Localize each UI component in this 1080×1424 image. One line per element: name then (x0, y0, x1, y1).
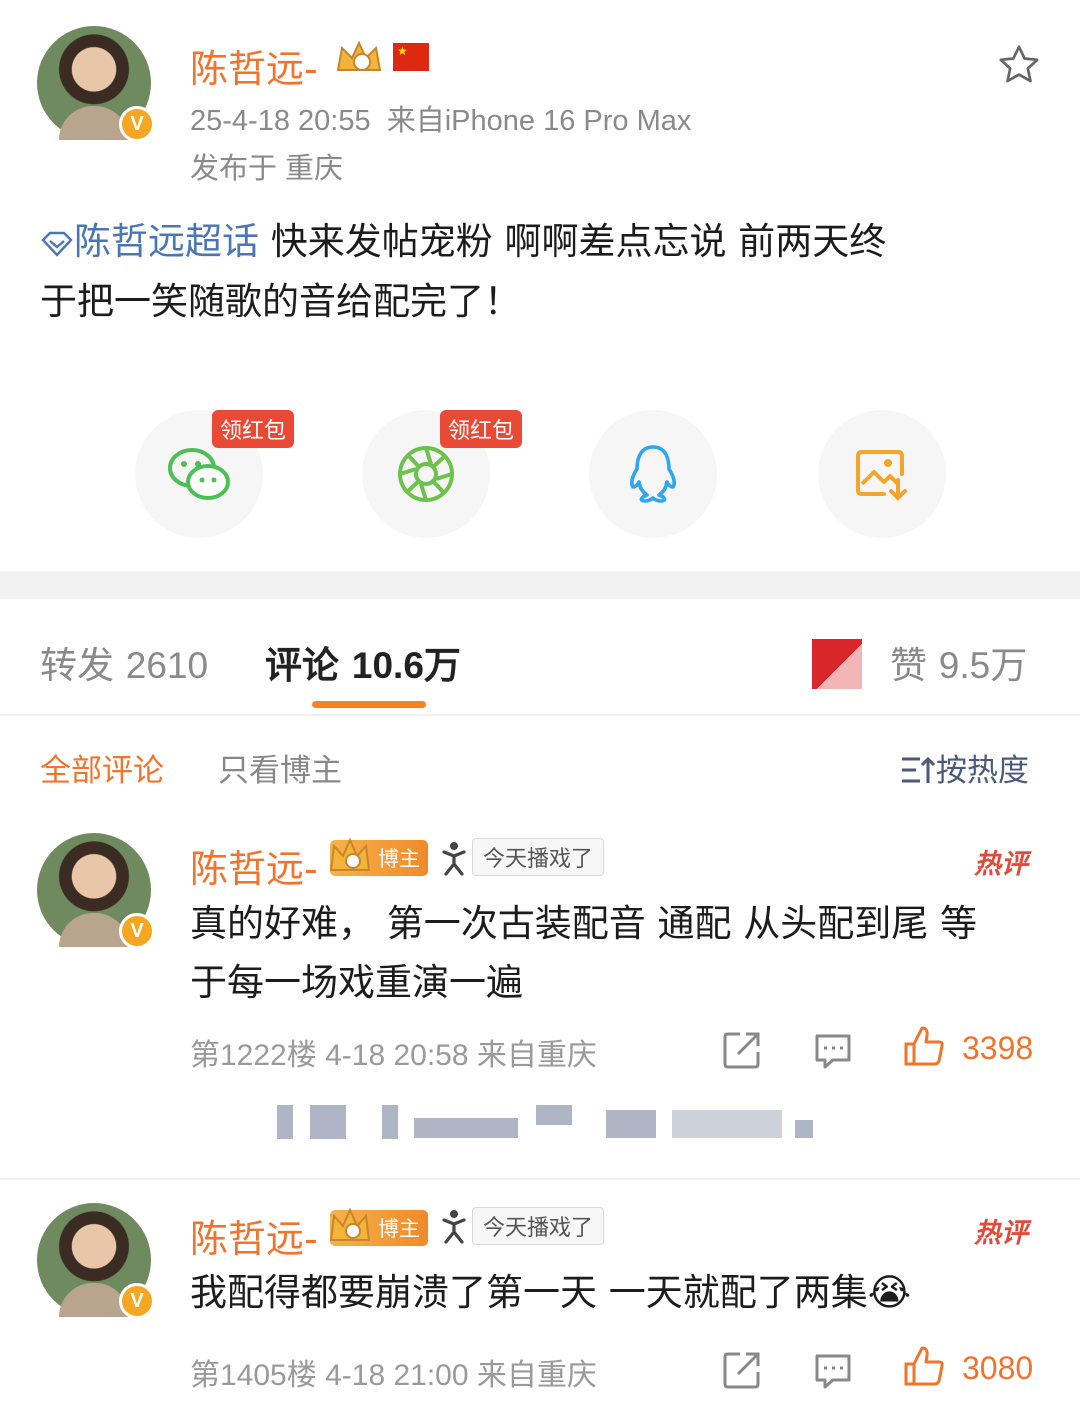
save-image-button[interactable] (818, 410, 946, 538)
post-text-line1: 快来发帖宠粉 啊啊差点忘说 前两天终 (270, 220, 887, 263)
favorite-star-icon[interactable] (996, 42, 1042, 88)
save-image-icon (856, 450, 907, 501)
comment-divider (0, 1178, 1080, 1180)
tabs-divider (0, 714, 1080, 716)
red-packet-tag: 领红包 (212, 410, 295, 448)
comment-avatar[interactable]: V (37, 833, 155, 949)
post-source: 来自iPhone 16 Pro Max (386, 105, 692, 137)
comment-username[interactable]: 陈哲远- (190, 838, 318, 893)
comment-avatar[interactable]: V (37, 1203, 155, 1319)
post-time: 25-4-18 20:55 (190, 105, 371, 137)
like-avatar-icon (812, 639, 862, 689)
comment-like-count: 3080 (962, 1350, 1034, 1386)
comment-meta: 第1222楼 4-18 20:58 来自重庆 (190, 1039, 597, 1072)
crown-badge-icon (329, 837, 371, 871)
post-meta-line: 25-4-18 20:55 来自iPhone 16 Pro Max (190, 97, 691, 139)
tab-comments[interactable]: 评论 10.6万 (265, 635, 461, 689)
comment-username[interactable]: 陈哲远- (190, 1208, 318, 1263)
sort-label: 按热度 (936, 753, 1029, 789)
filter-all-comments[interactable]: 全部评论 (40, 745, 164, 790)
post-username[interactable]: 陈哲远- (190, 38, 318, 93)
qq-icon (629, 445, 677, 503)
share-qq-button[interactable] (589, 410, 717, 538)
moments-icon (398, 446, 454, 502)
comment-like-count: 3398 (962, 1030, 1034, 1066)
active-tab-indicator (312, 701, 426, 708)
section-divider (0, 571, 1080, 599)
fan-tag[interactable]: 今天播戏了 (472, 1207, 605, 1245)
sort-button[interactable]: 按热度 (900, 745, 1029, 790)
author-badge: 博主 (329, 1207, 428, 1246)
repost-count: 2610 (125, 645, 209, 686)
figure-icon (442, 842, 466, 876)
sort-icon (902, 756, 936, 783)
share-comment-icon[interactable] (722, 1350, 762, 1390)
figure-icon (442, 1210, 466, 1244)
crown-badge-icon (329, 1207, 371, 1241)
crying-emoji-icon: 😭 (867, 1271, 911, 1314)
verified-badge-icon: V (119, 913, 155, 949)
post-location: 发布于 重庆 (190, 153, 344, 185)
post-text: 陈哲远超话 快来发帖宠粉 啊啊差点忘说 前两天终 于把一笑随歌的音给配完了！ (40, 212, 1040, 332)
fan-tag[interactable]: 今天播戏了 (472, 838, 605, 876)
tab-likes[interactable]: 赞 9.5万 (890, 635, 1027, 689)
crown-badge-icon (336, 40, 382, 71)
post-text-line2: 于把一笑随歌的音给配完了！ (40, 280, 521, 323)
super-topic-link[interactable]: 陈哲远超话 (74, 220, 259, 263)
china-flag-icon (393, 43, 429, 71)
hot-comment-label: 热评 (974, 1218, 1028, 1249)
comment-count: 10.6万 (351, 645, 461, 686)
like-thumb-icon[interactable] (902, 1024, 946, 1068)
verified-badge-icon: V (119, 106, 155, 142)
share-comment-icon[interactable] (722, 1030, 762, 1070)
hot-comment-label: 热评 (974, 849, 1028, 880)
filter-author-only[interactable]: 只看博主 (218, 745, 342, 790)
avatar[interactable]: V (37, 26, 155, 142)
comment-text: 我配得都要崩溃了第一天 一天就配了两集😭 (190, 1271, 911, 1314)
wechat-icon (168, 448, 230, 500)
red-packet-tag: 领红包 (440, 410, 523, 448)
comment-meta: 第1405楼 4-18 21:00 来自重庆 (190, 1359, 597, 1392)
reply-comment-icon[interactable] (813, 1350, 853, 1390)
comment-text: 真的好难， 第一次古装配音 通配 从头配到尾 等 于每一场戏重演一遍 (190, 902, 978, 1004)
tab-repost[interactable]: 转发 2610 (40, 635, 208, 689)
like-count: 9.5万 (938, 645, 1028, 686)
super-topic-diamond-icon (41, 231, 73, 257)
verified-badge-icon: V (119, 1283, 155, 1319)
reply-comment-icon[interactable] (813, 1030, 853, 1070)
author-badge: 博主 (329, 837, 428, 876)
like-thumb-icon[interactable] (902, 1344, 946, 1388)
